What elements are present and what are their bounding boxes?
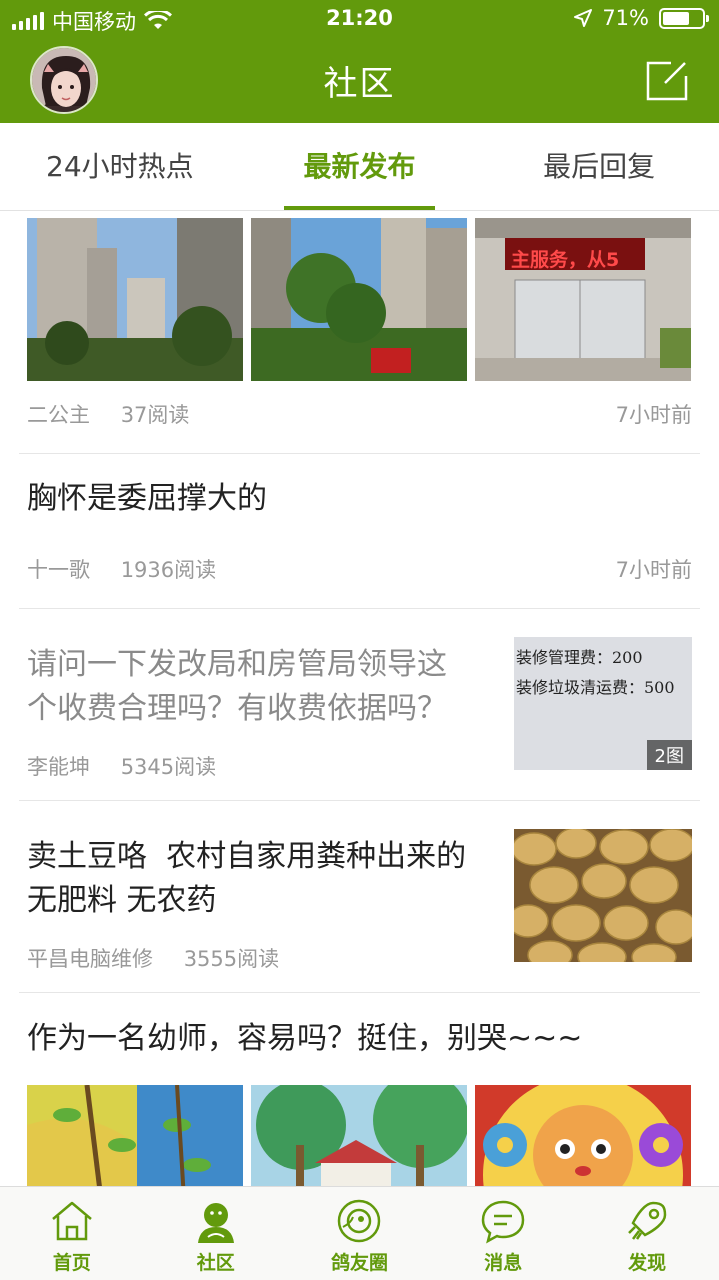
nav-home[interactable]: 首页 xyxy=(0,1187,144,1280)
post-title-line: 无肥料 无农药 xyxy=(27,883,217,918)
nav-label: 社区 xyxy=(196,1252,235,1274)
status-bar: 中国移动 21:20 71% xyxy=(0,0,719,40)
post-meta: 二公主 37阅读 7小时前 xyxy=(27,399,692,429)
post-image[interactable] xyxy=(27,1085,243,1186)
note-line: 装修垃圾清运费：500 xyxy=(516,678,675,697)
post-item[interactable]: 请问一下发改局和房管局领导这 个收费合理吗？有收费依据吗？ 装修管理费：200 … xyxy=(19,609,700,801)
post-meta: 十一歌 1936阅读 7小时前 xyxy=(27,554,692,584)
post-item[interactable]: 主服务，从5 二公主 37阅读 7小时前 xyxy=(19,211,700,454)
location-arrow-icon xyxy=(574,9,593,27)
tab-24h-hot[interactable]: 24小时热点 xyxy=(0,123,240,210)
nav-discover[interactable]: 发现 xyxy=(575,1187,719,1280)
battery-icon xyxy=(659,7,709,29)
rocket-icon xyxy=(628,1201,667,1240)
message-icon xyxy=(482,1200,525,1244)
post-time: 7小时前 xyxy=(615,558,692,582)
post-image[interactable] xyxy=(27,218,243,381)
post-time: 7小时前 xyxy=(615,403,692,427)
image-count-badge: 2图 xyxy=(646,740,692,770)
post-author[interactable]: 二公主 xyxy=(27,403,90,427)
nav-community[interactable]: 社区 xyxy=(144,1187,288,1280)
post-item[interactable]: 胸怀是委屈撑大的 十一歌 1936阅读 7小时前 xyxy=(19,454,700,609)
post-thumbnail[interactable]: 装修管理费：200 装修垃圾清运费：500 2图 xyxy=(514,637,692,770)
post-title-line: 卖土豆咯 农村自家用粪种出来的 xyxy=(27,839,467,874)
home-icon xyxy=(52,1201,92,1241)
post-meta: 李能坤 5345阅读 xyxy=(27,751,500,781)
post-author[interactable]: 十一歌 xyxy=(27,558,90,582)
nav-messages[interactable]: 消息 xyxy=(431,1187,575,1280)
compose-icon[interactable] xyxy=(645,60,689,102)
nav-label: 鸽友圈 xyxy=(330,1252,388,1274)
bottom-nav: 首页 社区 鸽友圈 消息 发现 xyxy=(0,1186,719,1280)
post-author[interactable]: 李能坤 xyxy=(27,755,90,779)
post-feed[interactable]: 主服务，从5 二公主 37阅读 7小时前 胸怀是委屈撑大的 十一歌 1936阅读… xyxy=(0,211,719,1186)
nav-label: 首页 xyxy=(52,1252,91,1274)
post-image[interactable] xyxy=(251,218,467,381)
post-thumbnail[interactable] xyxy=(514,829,692,962)
post-title-line: 个收费合理吗？有收费依据吗？ xyxy=(27,691,447,726)
battery-percent: 71% xyxy=(602,6,649,30)
post-image[interactable] xyxy=(475,1085,691,1186)
post-meta: 平昌电脑维修 3555阅读 xyxy=(27,943,500,973)
post-author[interactable]: 平昌电脑维修 xyxy=(27,947,153,971)
tab-bar: 24小时热点 最新发布 最后回复 xyxy=(0,123,719,211)
post-title[interactable]: 作为一名幼师，容易吗？挺住，别哭~~~ xyxy=(27,1017,582,1061)
post-title-line: 请问一下发改局和房管局领导这 xyxy=(27,647,447,682)
note-line: 装修管理费：200 xyxy=(516,648,643,667)
read-count: 37阅读 xyxy=(120,403,190,427)
read-count: 3555阅读 xyxy=(183,947,280,971)
post-title[interactable]: 卖土豆咯 农村自家用粪种出来的 无肥料 无农药 xyxy=(27,835,466,923)
app-header: 中国移动 21:20 71% 社区 xyxy=(0,0,719,123)
post-item[interactable]: 卖土豆咯 农村自家用粪种出来的 无肥料 无农药 平昌电脑维修 3555阅读 xyxy=(19,801,700,993)
nav-label: 消息 xyxy=(484,1252,523,1274)
read-count: 5345阅读 xyxy=(120,755,217,779)
tab-latest[interactable]: 最新发布 xyxy=(240,123,480,210)
read-count: 1936阅读 xyxy=(120,558,217,582)
post-title[interactable]: 胸怀是委屈撑大的 xyxy=(27,477,267,521)
post-image[interactable]: 主服务，从5 xyxy=(475,218,691,381)
tab-last-reply[interactable]: 最后回复 xyxy=(479,123,719,210)
nav-pigeon-circle[interactable]: 鸽友圈 xyxy=(288,1187,432,1280)
pigeon-circle-icon xyxy=(338,1199,381,1243)
nav-label: 发现 xyxy=(628,1252,667,1274)
post-title[interactable]: 请问一下发改局和房管局领导这 个收费合理吗？有收费依据吗？ xyxy=(27,643,447,731)
banner-text: 主服务，从5 xyxy=(511,249,620,271)
post-item[interactable]: 作为一名幼师，容易吗？挺住，别哭~~~ xyxy=(19,993,700,1186)
community-icon xyxy=(197,1203,234,1243)
post-image[interactable] xyxy=(251,1085,467,1186)
page-title: 社区 xyxy=(323,64,396,104)
